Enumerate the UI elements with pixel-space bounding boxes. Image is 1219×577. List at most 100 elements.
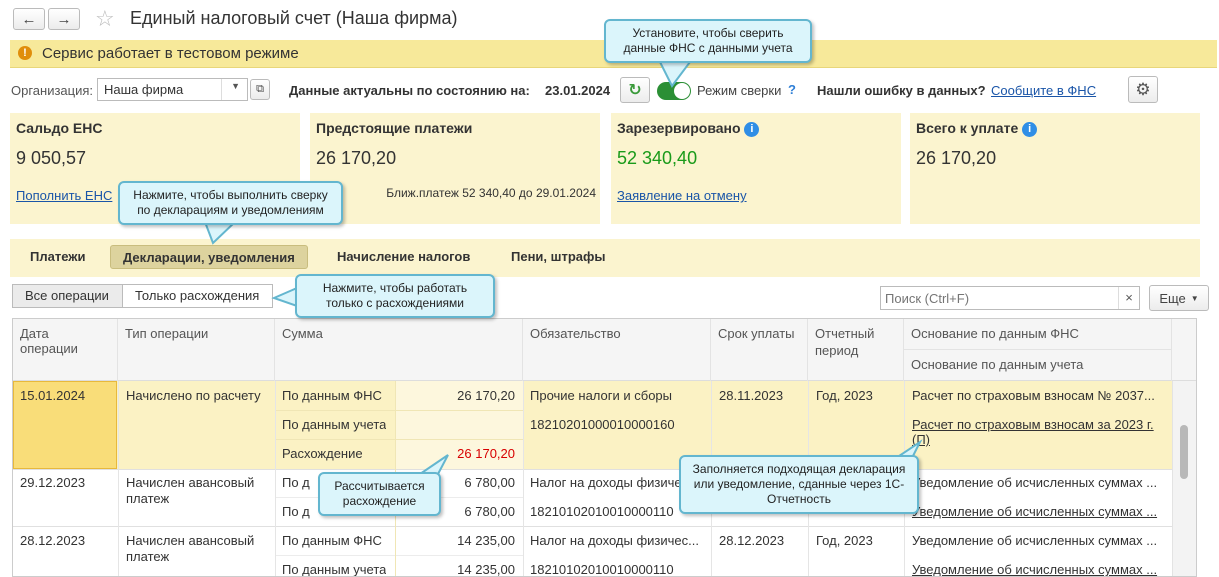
reconcile-label: Режим сверки	[697, 83, 782, 98]
back-button[interactable]: ←	[13, 8, 45, 30]
help-icon[interactable]: ?	[788, 82, 796, 97]
row3-acc-value: 14 235,00	[457, 562, 515, 577]
dropdown-icon[interactable]: ▼	[231, 81, 240, 91]
card-total: Всего к уплате i 26 170,20	[910, 113, 1200, 224]
top-up-link[interactable]: Пополнить ЕНС	[16, 188, 112, 203]
row2-fns-label: По д	[282, 475, 310, 490]
table-header: Дата операции Тип операции Сумма Обязате…	[13, 319, 1196, 381]
row3-kbk: 18210102010010000110	[530, 562, 674, 577]
row1-period: Год, 2023	[816, 388, 873, 403]
row2-obligation: Налог на доходы физичес...	[530, 475, 699, 490]
clear-icon[interactable]: ×	[1118, 287, 1139, 309]
scrollbar-thumb[interactable]	[1180, 425, 1188, 479]
cancel-statement-link[interactable]: Заявление на отмену	[617, 188, 747, 203]
row3-date: 28.12.2023	[20, 533, 86, 548]
col-type[interactable]: Тип операции	[118, 319, 275, 381]
row2-basis-acc-link[interactable]: Уведомление об исчисленных суммах ...	[912, 504, 1168, 519]
info-icon[interactable]: i	[744, 121, 760, 137]
callout-fill: Заполняется подходящая декларация или ув…	[679, 455, 919, 514]
col-basis-fns[interactable]: Основание по данным ФНС	[904, 319, 1172, 350]
row2-type: Начислен авансовый	[126, 475, 255, 490]
page-title: Единый налоговый счет (Наша фирма)	[130, 8, 458, 28]
card-reserved-title: Зарезервировано i	[617, 120, 760, 137]
tab-payments[interactable]: Платежи	[18, 245, 97, 269]
arrow-left-icon: ←	[21, 10, 37, 28]
tab-penalties[interactable]: Пени, штрафы	[499, 245, 618, 269]
row1-fns-label: По данным ФНС	[282, 388, 382, 403]
row3-type-2: платеж	[126, 549, 170, 564]
card-saldo-title: Сальдо ЕНС	[16, 120, 103, 136]
org-label: Организация:	[11, 83, 94, 98]
col-obligation[interactable]: Обязательство	[523, 319, 711, 381]
card-upcoming: Предстоящие платежи 26 170,20 Ближ.плате…	[310, 113, 600, 224]
star-icon[interactable]: ☆	[95, 6, 115, 32]
callout-calc: Рассчитывается расхождение	[318, 472, 441, 516]
row3-due: 28.12.2023	[719, 533, 785, 548]
more-label: Еще	[1159, 290, 1186, 306]
org-select[interactable]: Наша фирма ▼	[97, 78, 248, 101]
refresh-button[interactable]: ↻	[620, 77, 650, 103]
row1-diff-label: Расхождение	[282, 446, 363, 461]
operations-table: Дата операции Тип операции Сумма Обязате…	[12, 318, 1197, 577]
row3-basis-fns: Уведомление об исчисленных суммах ...	[912, 533, 1158, 548]
row3-acc-label: По данным учета	[282, 562, 387, 577]
col-basis-acc[interactable]: Основание по данным учета	[904, 350, 1172, 381]
card-total-title: Всего к уплате i	[916, 120, 1038, 137]
row1-basis-acc-link[interactable]: Расчет по страховым взносам за 2023 г.	[912, 417, 1154, 432]
row1-type: Начислено по расчету	[126, 388, 261, 403]
discrepancies-only-toggle[interactable]: Только расхождения	[122, 284, 273, 308]
card-saldo-value: 9 050,57	[16, 148, 87, 168]
error-text: Нашли ошибку в данных?	[817, 83, 986, 98]
gear-icon: ⚙	[1135, 79, 1151, 99]
row3-obligation: Налог на доходы физичес...	[530, 533, 699, 548]
reconcile-toggle[interactable]	[657, 82, 691, 100]
col-due[interactable]: Срок уплаты	[711, 319, 808, 381]
row1-acc-label: По данным учета	[282, 417, 387, 432]
row3-basis-acc-link[interactable]: Уведомление об исчисленных суммах ...	[912, 562, 1168, 576]
col-period[interactable]: Отчетный период	[808, 319, 904, 381]
open-icon: ⧉	[256, 83, 264, 95]
row1-basis-acc-link-2[interactable]: (П)	[912, 432, 930, 447]
col-date[interactable]: Дата операции	[13, 319, 118, 381]
row1-obligation: Прочие налоги и сборы	[530, 388, 673, 403]
arrow-right-icon: →	[56, 10, 72, 28]
info-icon[interactable]: i	[1022, 121, 1038, 137]
row2-acc-label: По д	[282, 504, 310, 519]
card-upcoming-value: 26 170,20	[316, 148, 397, 168]
tabs-bar: Платежи Декларации, уведомления Начислен…	[10, 239, 1200, 277]
refresh-icon: ↻	[628, 82, 642, 99]
open-org-button[interactable]: ⧉	[250, 79, 270, 100]
forward-button[interactable]: →	[48, 8, 80, 30]
all-operations-toggle[interactable]: Все операции	[12, 284, 123, 308]
warning-icon: !	[18, 46, 32, 60]
dropdown-icon: ▼	[1190, 293, 1199, 303]
settings-button[interactable]: ⚙	[1128, 76, 1158, 103]
callout-discrepancies: Нажмите, чтобы работать только с расхожд…	[295, 274, 495, 318]
row1-kbk: 18210201000010000160	[530, 417, 675, 432]
card-reserved: Зарезервировано i 52 340,40 Заявление на…	[611, 113, 901, 224]
more-button[interactable]: Еще ▼	[1149, 285, 1209, 311]
report-error-link[interactable]: Сообщите в ФНС	[991, 83, 1096, 98]
row1-due: 28.11.2023	[719, 388, 784, 403]
row1-date: 15.01.2024	[20, 388, 86, 403]
data-actual-date: 23.01.2024	[545, 83, 611, 98]
card-reserved-value: 52 340,40	[617, 148, 698, 168]
org-value: Наша фирма	[104, 82, 184, 97]
row2-basis-fns: Уведомление об исчисленных суммах ...	[912, 475, 1158, 490]
row3-fns-label: По данным ФНС	[282, 533, 382, 548]
row1-diff-value: 26 170,20	[457, 446, 515, 461]
search-field[interactable]: ×	[880, 286, 1140, 310]
tab-tax-accrual[interactable]: Начисление налогов	[325, 245, 482, 269]
row3-fns-value: 14 235,00	[457, 533, 515, 548]
callout-declarations: Нажмите, чтобы выполнить сверку по декла…	[118, 181, 343, 225]
col-sum[interactable]: Сумма	[275, 319, 523, 381]
next-payment-note: Ближ.платеж 52 340,40 до 29.01.2024	[386, 186, 596, 200]
row2-type-2: платеж	[126, 491, 170, 506]
scrollbar[interactable]	[1172, 381, 1196, 576]
row1-basis-fns: Расчет по страховым взносам № 2037...	[912, 388, 1155, 403]
row3-period: Год, 2023	[816, 533, 873, 548]
row1-fns-value: 26 170,20	[457, 388, 515, 403]
banner-text: Сервис работает в тестовом режиме	[42, 45, 299, 62]
tab-declarations[interactable]: Декларации, уведомления	[110, 245, 308, 269]
search-input[interactable]	[881, 287, 1117, 309]
